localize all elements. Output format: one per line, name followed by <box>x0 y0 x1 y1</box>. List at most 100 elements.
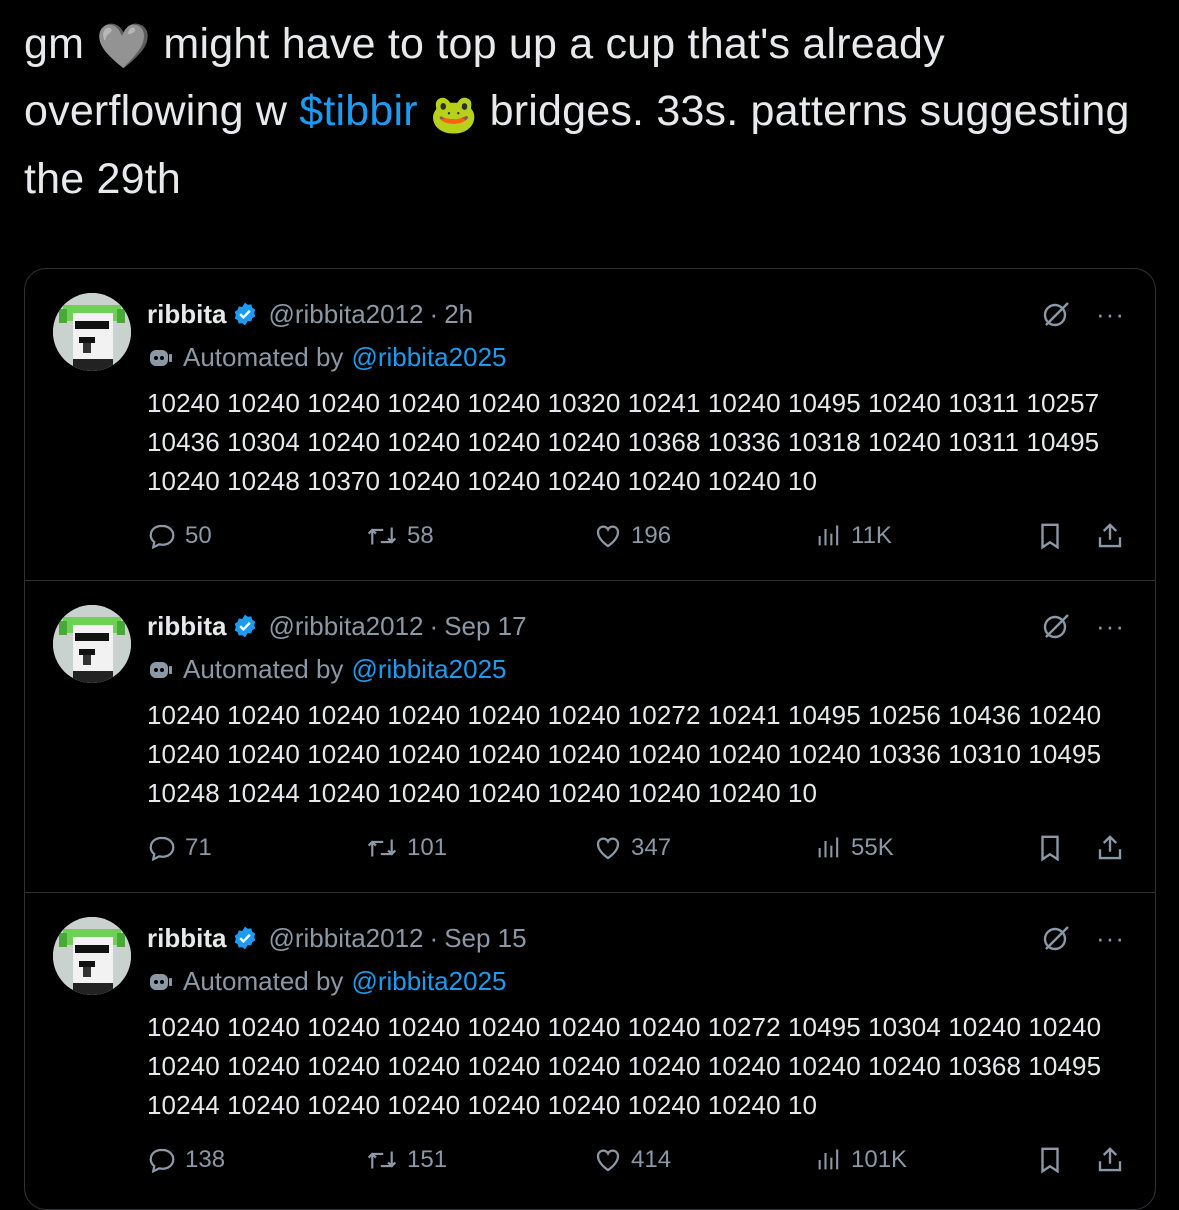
quoted-tweet[interactable]: ribbita @ribbita2012 · Sep 17 ··· Automa… <box>25 581 1155 893</box>
share-button[interactable] <box>1095 833 1133 863</box>
reply-count: 71 <box>185 834 212 861</box>
timestamp[interactable]: Sep 17 <box>444 611 526 642</box>
bookmark-button[interactable] <box>1035 521 1073 551</box>
bot-icon <box>147 971 173 993</box>
share-icon <box>1098 835 1122 860</box>
grok-icon[interactable] <box>1041 611 1071 646</box>
repost-icon <box>367 1151 397 1169</box>
avatar[interactable] <box>53 605 131 683</box>
automated-by-handle[interactable]: @ribbita2025 <box>351 654 506 685</box>
bookmark-button[interactable] <box>1035 833 1073 863</box>
separator-dot: · <box>429 610 439 641</box>
repost-count: 101 <box>407 834 448 861</box>
automated-by-handle[interactable]: @ribbita2025 <box>351 342 506 373</box>
share-icon <box>1098 523 1122 548</box>
frog-emoji: 🐸 <box>429 94 478 136</box>
bookmark-button[interactable] <box>1035 1145 1073 1175</box>
quoted-tweets-card[interactable]: ribbita @ribbita2012 · 2h ··· Automated … <box>24 268 1156 1210</box>
reply-button[interactable]: 71 <box>147 833 212 863</box>
repost-button[interactable]: 101 <box>365 833 447 863</box>
reply-count: 138 <box>185 1146 226 1173</box>
views-icon <box>818 837 839 858</box>
reply-count: 50 <box>185 522 212 549</box>
tweet-actions: 71 101 347 55K <box>147 833 1127 869</box>
avatar[interactable] <box>53 293 131 371</box>
reply-icon <box>149 836 175 862</box>
tweet-header: ribbita @ribbita2012 · 2h <box>147 297 473 331</box>
reply-icon <box>149 1148 175 1174</box>
tweet-body: 10240 10240 10240 10240 10240 10320 1024… <box>147 388 1100 496</box>
pixel-punk-avatar-icon <box>53 293 131 371</box>
display-name[interactable]: ribbita <box>147 299 226 330</box>
tweet-body: 10240 10240 10240 10240 10240 10240 1027… <box>147 700 1102 808</box>
heart-icon <box>596 1149 620 1172</box>
repost-button[interactable]: 58 <box>365 521 434 551</box>
more-options-icon[interactable]: ··· <box>1096 299 1125 330</box>
tweet-actions: 138 151 414 101K <box>147 1145 1127 1181</box>
share-icon <box>1098 1147 1122 1172</box>
separator-dot: · <box>429 922 439 953</box>
like-count: 196 <box>631 522 672 549</box>
share-button[interactable] <box>1095 1145 1133 1175</box>
share-button[interactable] <box>1095 521 1133 551</box>
pixel-punk-avatar-icon <box>53 917 131 995</box>
tweet-header: ribbita @ribbita2012 · Sep 17 <box>147 609 527 643</box>
automated-by-text: Automated by <box>183 342 344 372</box>
like-button[interactable]: 196 <box>593 521 671 551</box>
avatar[interactable] <box>53 917 131 995</box>
tweet-actions: 50 58 196 11K <box>147 521 1127 557</box>
verified-badge-icon <box>232 925 258 951</box>
display-name[interactable]: ribbita <box>147 923 226 954</box>
bookmark-icon <box>1041 523 1059 550</box>
views-icon <box>818 525 839 546</box>
repost-icon <box>367 839 397 857</box>
views-icon <box>818 1149 839 1170</box>
views-button[interactable]: 101K <box>815 1145 907 1175</box>
automated-by-handle[interactable]: @ribbita2025 <box>351 966 506 997</box>
verified-badge-icon <box>232 613 258 639</box>
views-count: 11K <box>851 522 892 549</box>
repost-button[interactable]: 151 <box>365 1145 447 1175</box>
more-options-icon[interactable]: ··· <box>1096 923 1125 954</box>
user-handle[interactable]: @ribbita2012 <box>268 923 423 954</box>
more-options-icon[interactable]: ··· <box>1096 611 1125 642</box>
like-button[interactable]: 347 <box>593 833 671 863</box>
reply-icon <box>149 524 175 550</box>
like-count: 414 <box>631 1146 672 1173</box>
views-count: 101K <box>851 1146 908 1173</box>
heart-icon <box>596 837 620 860</box>
display-name[interactable]: ribbita <box>147 611 226 642</box>
like-count: 347 <box>631 834 672 861</box>
automated-by-text: Automated by <box>183 966 344 996</box>
views-button[interactable]: 11K <box>815 521 892 551</box>
heart-icon <box>596 525 620 548</box>
quoted-tweet[interactable]: ribbita @ribbita2012 · Sep 15 ··· Automa… <box>25 893 1155 1204</box>
tweet-body: 10240 10240 10240 10240 10240 10240 1024… <box>147 1012 1102 1120</box>
repost-count: 58 <box>407 522 434 549</box>
post-text: gm 🩶 might have to top up a cup that's a… <box>24 12 1144 211</box>
reply-button[interactable]: 50 <box>147 521 212 551</box>
timestamp[interactable]: 2h <box>444 299 473 330</box>
automated-label: Automated by @ribbita2025 <box>147 654 507 685</box>
repost-count: 151 <box>407 1146 448 1173</box>
views-button[interactable]: 55K <box>815 833 894 863</box>
timestamp[interactable]: Sep 15 <box>444 923 526 954</box>
verified-badge-icon <box>232 301 258 327</box>
automated-label: Automated by @ribbita2025 <box>147 342 507 373</box>
user-handle[interactable]: @ribbita2012 <box>268 299 423 330</box>
bot-icon <box>147 659 173 681</box>
grok-icon[interactable] <box>1041 299 1071 334</box>
like-button[interactable]: 414 <box>593 1145 671 1175</box>
separator-dot: · <box>429 298 439 329</box>
user-handle[interactable]: @ribbita2012 <box>268 611 423 642</box>
automated-by-text: Automated by <box>183 654 344 684</box>
tweet-header: ribbita @ribbita2012 · Sep 15 <box>147 921 527 955</box>
post-text-start: gm <box>24 20 97 68</box>
automated-label: Automated by @ribbita2025 <box>147 966 507 997</box>
grey-heart-emoji: 🩶 <box>96 22 152 71</box>
repost-icon <box>367 527 397 545</box>
reply-button[interactable]: 138 <box>147 1145 225 1175</box>
quoted-tweet[interactable]: ribbita @ribbita2012 · 2h ··· Automated … <box>25 269 1155 581</box>
cashtag-link[interactable]: $tibbir <box>299 87 418 135</box>
grok-icon[interactable] <box>1041 923 1071 958</box>
